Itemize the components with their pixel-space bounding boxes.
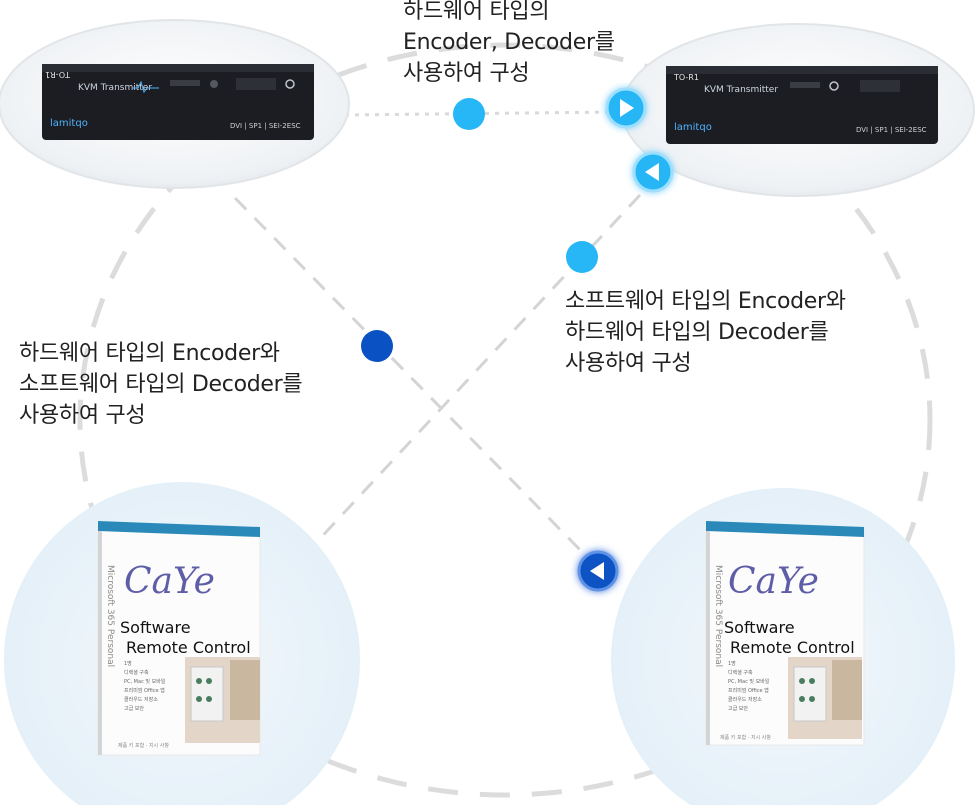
caption-left-line1: 하드웨어 타입의 Encoder와	[19, 341, 280, 366]
caption-right: 소프트웨어 타입의 Encoder와 하드웨어 타입의 Decoder를 사용하…	[565, 286, 846, 379]
play-left-dark-icon[interactable]	[577, 550, 619, 592]
caption-top-line2: Encoder, Decoder를	[403, 30, 615, 55]
play-right-icon[interactable]	[605, 87, 647, 129]
caption-top: 하드웨어 타입의 Encoder, Decoder를 사용하여 구성	[403, 0, 615, 89]
caption-right-line3: 사용하여 구성	[565, 351, 692, 376]
dot-top	[453, 98, 485, 130]
play-left-icon[interactable]	[632, 151, 674, 193]
diagram-stage: TO-R1 KVM Transmitter lamitqo DVI | SP1 …	[0, 0, 976, 805]
dot-right	[566, 241, 598, 273]
caption-left-line2: 소프트웨어 타입의 Decoder를	[19, 372, 303, 397]
caption-right-line2: 하드웨어 타입의 Decoder를	[565, 320, 829, 345]
caption-left-line3: 사용하여 구성	[19, 403, 146, 428]
caption-left: 하드웨어 타입의 Encoder와 소프트웨어 타입의 Decoder를 사용하…	[19, 338, 303, 431]
caption-top-line3: 사용하여 구성	[403, 61, 530, 86]
caption-top-line1: 하드웨어 타입의	[403, 0, 550, 24]
caption-right-line1: 소프트웨어 타입의 Encoder와	[565, 289, 846, 314]
dot-center	[361, 330, 393, 362]
